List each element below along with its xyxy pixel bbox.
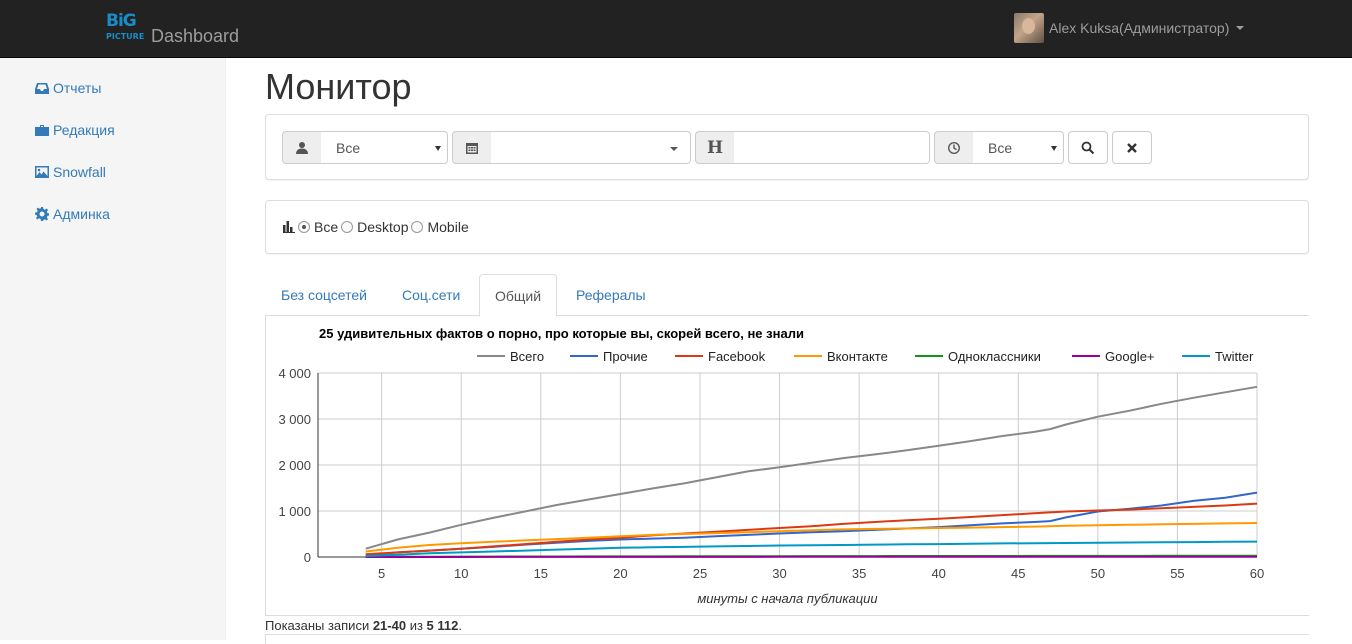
- logo-picture-text: PICTURE: [106, 32, 144, 41]
- date-addon: [452, 131, 492, 164]
- legend-label: Одноклассники: [948, 349, 1041, 364]
- bar-chart-icon: [283, 221, 295, 233]
- legend-label: Вконтакте: [827, 349, 888, 364]
- x-tick-label: 40: [931, 566, 945, 581]
- brand-title: Dashboard: [151, 26, 239, 47]
- records-total: 5 112: [427, 618, 459, 633]
- radio-all[interactable]: [298, 221, 310, 233]
- user-icon: [295, 141, 309, 155]
- x-tick-label: 20: [613, 566, 627, 581]
- radio-desktop-label: Desktop: [357, 219, 408, 235]
- chart-container: 25 удивительных фактов о порно, про кото…: [265, 316, 1309, 616]
- search-button[interactable]: [1068, 131, 1108, 164]
- series-line: [366, 542, 1257, 557]
- tab-general[interactable]: Общий: [479, 274, 557, 317]
- select-arrow-icon: [435, 146, 441, 151]
- radio-all-label: Все: [314, 219, 338, 235]
- gear-icon: [35, 207, 49, 221]
- clear-button[interactable]: [1112, 131, 1152, 164]
- y-tick-label: 0: [304, 550, 311, 565]
- x-tick-label: 25: [693, 566, 707, 581]
- author-select-value: Все: [336, 140, 360, 156]
- author-select[interactable]: Все: [321, 131, 448, 164]
- sidebar-item-reports[interactable]: Отчеты: [35, 80, 101, 96]
- sidebar-item-label: Редакция: [53, 122, 115, 138]
- chart-title: 25 удивительных фактов о порно, про кото…: [319, 326, 804, 341]
- brand-link[interactable]: BiG PICTURE Dashboard: [106, 13, 239, 47]
- x-axis-title: минуты с начала публикации: [697, 591, 877, 606]
- brand-logo: BiG PICTURE: [106, 13, 148, 47]
- records-info: Показаны записи 21-40 из 5 112.: [265, 618, 462, 633]
- legend-label: Google+: [1105, 349, 1155, 364]
- x-tick-label: 55: [1170, 566, 1184, 581]
- clock-icon: [947, 141, 961, 155]
- records-table: [265, 634, 1309, 644]
- legend-label: Twitter: [1215, 349, 1254, 364]
- sidebar-item-label: Отчеты: [53, 80, 101, 96]
- radio-mobile-label: Mobile: [427, 219, 468, 235]
- picture-icon: [35, 165, 49, 179]
- time-addon: [934, 131, 974, 164]
- records-middle: из: [406, 618, 426, 633]
- headline-input[interactable]: [734, 131, 930, 164]
- x-tick-label: 5: [378, 566, 385, 581]
- y-tick-label: 3 000: [278, 412, 311, 427]
- caret-down-icon: [1236, 26, 1244, 30]
- chevron-down-icon: [670, 147, 678, 151]
- legend-label: Прочие: [603, 349, 648, 364]
- avatar: [1014, 13, 1044, 43]
- sidebar-item-label: Snowfall: [53, 164, 106, 180]
- search-icon: [1081, 141, 1095, 155]
- line-chart: 25 удивительных фактов о порно, про кото…: [266, 316, 1310, 616]
- x-tick-label: 50: [1091, 566, 1105, 581]
- header-h-icon: H: [707, 138, 723, 158]
- time-select-value: Все: [988, 140, 1012, 156]
- close-icon: [1125, 141, 1139, 155]
- y-tick-label: 4 000: [278, 366, 311, 381]
- sidebar-item-snowfall[interactable]: Snowfall: [35, 164, 106, 180]
- device-radio-group: Все Desktop Mobile: [283, 219, 469, 235]
- radio-mobile[interactable]: [411, 221, 423, 233]
- device-panel: Все Desktop Mobile: [265, 200, 1309, 254]
- tab-referrals[interactable]: Рефералы: [561, 274, 661, 316]
- tab-bar: Без соцсетей Соц.сети Общий Рефералы: [265, 274, 1309, 316]
- calendar-icon: [465, 141, 479, 155]
- x-tick-label: 10: [454, 566, 468, 581]
- user-name: Alex Kuksa(Администратор): [1049, 20, 1229, 36]
- user-menu[interactable]: Alex Kuksa(Администратор): [1014, 13, 1244, 43]
- sidebar-item-label: Админка: [53, 206, 110, 222]
- filter-panel: Все H Все: [265, 114, 1309, 180]
- x-tick-label: 60: [1250, 566, 1264, 581]
- tab-social[interactable]: Соц.сети: [387, 274, 475, 316]
- x-tick-label: 15: [534, 566, 548, 581]
- page-title: Монитор: [265, 66, 412, 108]
- select-arrow-icon: [1051, 146, 1057, 151]
- x-tick-label: 35: [852, 566, 866, 581]
- top-navbar: BiG PICTURE Dashboard Alex Kuksa(Админис…: [0, 0, 1352, 58]
- briefcase-icon: [35, 123, 49, 137]
- legend-label: Всего: [510, 349, 544, 364]
- sidebar-item-admin[interactable]: Админка: [35, 206, 110, 222]
- inbox-icon: [35, 81, 49, 95]
- y-tick-label: 1 000: [278, 504, 311, 519]
- legend-label: Facebook: [708, 349, 766, 364]
- logo-big-text: BiG: [106, 13, 136, 30]
- x-tick-label: 30: [772, 566, 786, 581]
- author-addon: [282, 131, 322, 164]
- sidebar-item-editorial[interactable]: Редакция: [35, 122, 115, 138]
- y-tick-label: 2 000: [278, 458, 311, 473]
- records-prefix: Показаны записи: [265, 618, 373, 633]
- records-suffix: .: [458, 618, 462, 633]
- sidebar: Отчеты Редакция Snowfall Админка: [0, 58, 226, 640]
- time-select[interactable]: Все: [973, 131, 1064, 164]
- radio-desktop[interactable]: [341, 221, 353, 233]
- headline-addon: H: [695, 131, 735, 164]
- tab-no-social[interactable]: Без соцсетей: [266, 274, 382, 316]
- records-range: 21-40: [373, 618, 406, 633]
- date-picker[interactable]: [491, 131, 691, 164]
- x-tick-label: 45: [1011, 566, 1025, 581]
